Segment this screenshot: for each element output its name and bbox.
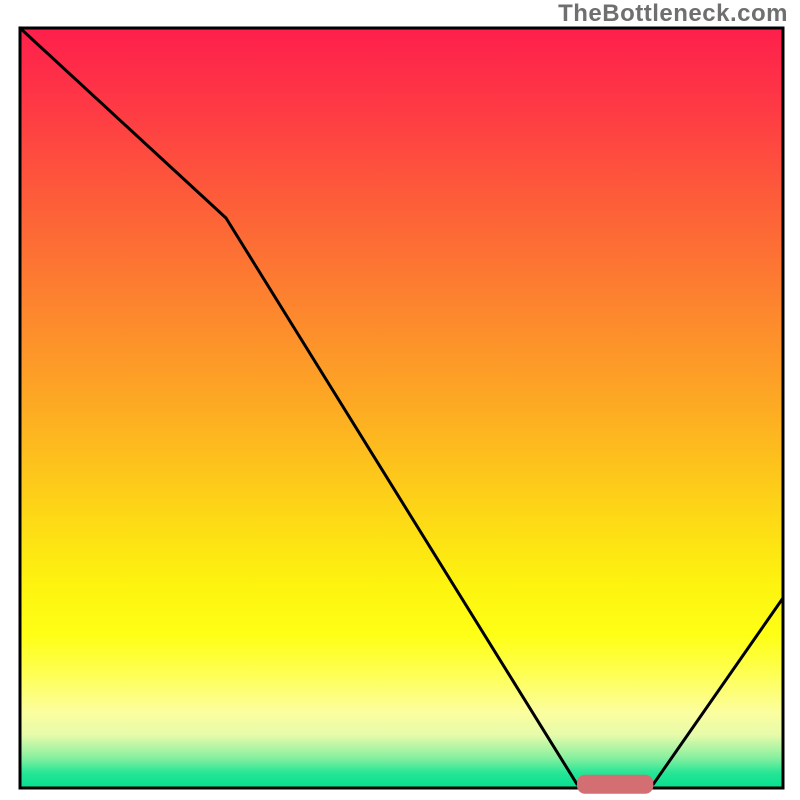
watermark-text: TheBottleneck.com — [558, 0, 788, 28]
optimal-marker — [577, 775, 653, 794]
bottleneck-chart — [0, 0, 800, 800]
plot-background — [20, 28, 783, 788]
chart-container: TheBottleneck.com — [0, 0, 800, 800]
